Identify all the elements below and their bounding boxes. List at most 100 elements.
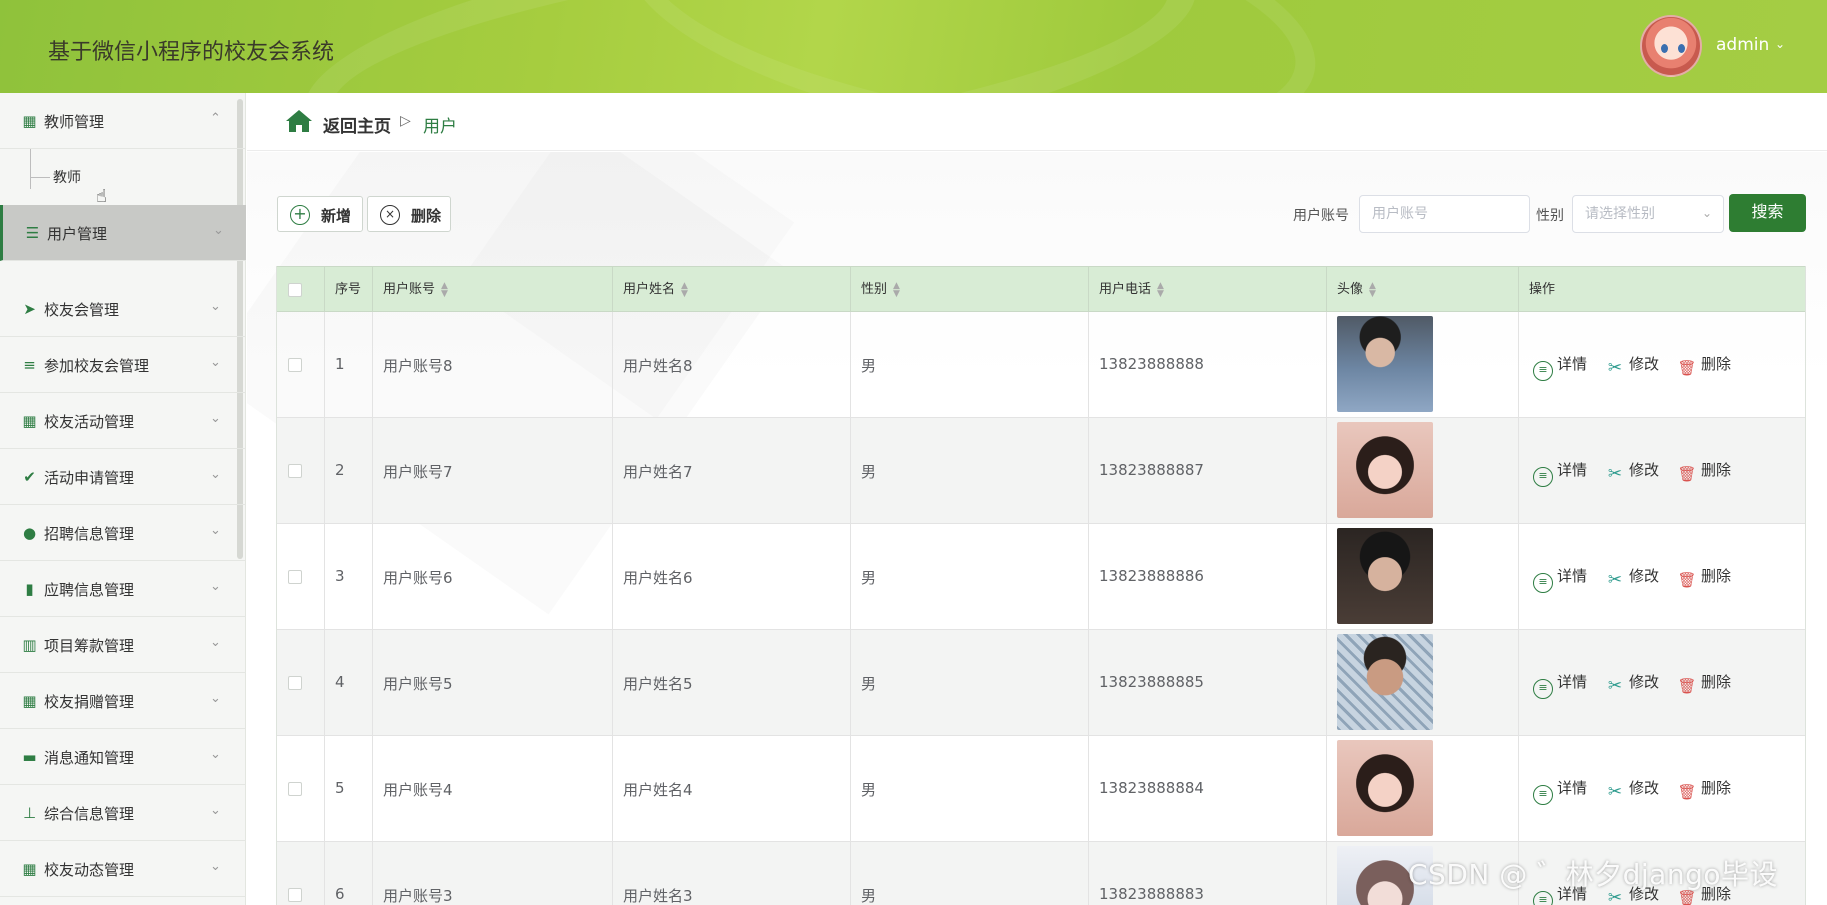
row-delete-button[interactable]: 🗑 删除 [1677, 671, 1731, 697]
wrench-icon: ✂ [1607, 570, 1623, 590]
cell-name: 用户姓名8 [613, 312, 851, 418]
cell-index: 3 [325, 524, 373, 630]
grid-icon: ▦ [22, 692, 37, 710]
edit-button[interactable]: ✂ 修改 [1605, 565, 1659, 591]
user-name[interactable]: admin [1716, 35, 1769, 55]
actions-cell: ≡ 详情 ✂ 修改 🗑 删除 [1519, 312, 1805, 418]
edit-button[interactable]: ✂ 修改 [1605, 353, 1659, 379]
row-delete-button[interactable]: 🗑 删除 [1677, 459, 1731, 485]
search-button[interactable]: 搜索 [1729, 194, 1806, 232]
chevron-down-icon: ⌄ [210, 803, 221, 818]
detail-button[interactable]: ≡ 详情 [1533, 459, 1587, 487]
row-delete-button[interactable]: 🗑 删除 [1677, 353, 1731, 379]
chevron-down-icon: ⌄ [213, 223, 224, 238]
checkbox-column-header [277, 267, 325, 313]
column-header-gender[interactable]: 性别 ▲ ▼ [851, 267, 1089, 313]
sidebar-item-apply-info-mgmt[interactable]: ▮ 应聘信息管理 ⌄ [0, 561, 246, 617]
sidebar-item-alumni-activity-mgmt[interactable]: ▦ 校友活动管理 ⌄ [0, 393, 246, 449]
wrench-icon: ✂ [1607, 676, 1623, 696]
breadcrumb: 返回主页 ▷ 用户 [247, 93, 1827, 151]
sidebar-item-fundraise-mgmt[interactable]: ▥ 项目筹款管理 ⌄ [0, 617, 246, 673]
table-row[interactable]: 1 用户账号8 用户姓名8 男 13823888888 ≡ 详情 ✂ 修改 🗑 删除 [277, 312, 1805, 418]
cell-index: 1 [325, 312, 373, 418]
sidebar-item-join-assoc-mgmt[interactable]: ≡ 参加校友会管理 ⌄ [0, 337, 246, 393]
chevron-down-icon[interactable]: ⌄ [1702, 206, 1712, 220]
detail-button[interactable]: ≡ 详情 [1533, 671, 1587, 699]
account-search-input[interactable] [1359, 195, 1530, 233]
table-row[interactable]: 5 用户账号4 用户姓名4 男 13823888884 ≡ 详情 ✂ 修改 🗑 删除 [277, 736, 1805, 842]
sidebar-item-donation-mgmt[interactable]: ▦ 校友捐赠管理 ⌄ [0, 673, 246, 729]
column-header-name[interactable]: 用户姓名 ▲ ▼ [613, 267, 851, 313]
detail-icon: ≡ [1533, 361, 1553, 381]
edit-button[interactable]: ✂ 修改 [1605, 671, 1659, 697]
add-button[interactable]: + 新增 [277, 196, 363, 232]
sidebar-subitem-teacher[interactable]: 教师 [0, 149, 246, 201]
cell-phone: 13823888887 [1089, 418, 1327, 524]
sidebar-item-user-mgmt[interactable]: ☰ 用户管理 ⌄ [0, 205, 246, 261]
sidebar-item-label: 参加校友会管理 [44, 357, 150, 375]
sidebar-item-label: 教师管理 [44, 113, 105, 131]
sidebar-item-teacher-mgmt[interactable]: ▦ 教师管理 ⌃ [0, 93, 246, 149]
user-avatar-image[interactable] [1337, 634, 1433, 730]
avatar-eye [1678, 44, 1685, 53]
trash-icon: 🗑 [1677, 677, 1697, 695]
user-avatar-image[interactable] [1337, 422, 1433, 518]
detail-icon: ≡ [1533, 891, 1553, 905]
actions-cell: ≡ 详情 ✂ 修改 🗑 删除 [1519, 524, 1805, 630]
edit-button[interactable]: ✂ 修改 [1605, 459, 1659, 485]
sliders-icon: ☰ [25, 224, 40, 242]
detail-button[interactable]: ≡ 详情 [1533, 353, 1587, 381]
detail-icon: ≡ [1533, 785, 1553, 805]
cell-name: 用户姓名3 [613, 842, 851, 905]
chevron-down-icon: ⌄ [210, 747, 221, 762]
breadcrumb-home-link[interactable]: 返回主页 [323, 112, 391, 137]
table-row[interactable]: 3 用户账号6 用户姓名6 男 13823888886 ≡ 详情 ✂ 修改 🗑 删除 [277, 524, 1805, 630]
app-title: 基于微信小程序的校友会系统 [48, 40, 335, 65]
trash-icon: 🗑 [1677, 359, 1697, 377]
detail-button[interactable]: ≡ 详情 [1533, 777, 1587, 805]
edit-button[interactable]: ✂ 修改 [1605, 777, 1659, 803]
row-checkbox[interactable] [288, 464, 302, 478]
table-row[interactable]: 4 用户账号5 用户姓名5 男 13823888885 ≡ 详情 ✂ 修改 🗑 删除 [277, 630, 1805, 736]
sidebar-item-label: 消息通知管理 [44, 749, 135, 767]
checkbox-cell [277, 630, 325, 736]
row-checkbox[interactable] [288, 570, 302, 584]
row-delete-button[interactable]: 🗑 删除 [1677, 565, 1731, 591]
detail-icon: ≡ [1533, 573, 1553, 593]
avatar-cell [1327, 418, 1519, 524]
sidebar-item-recruit-info-mgmt[interactable]: ● 招聘信息管理 ⌄ [0, 505, 246, 561]
sidebar-item-notice-mgmt[interactable]: ▬ 消息通知管理 ⌄ [0, 729, 246, 785]
avatar-cell [1327, 736, 1519, 842]
cell-phone: 13823888883 [1089, 842, 1327, 905]
column-header-account[interactable]: 用户账号 ▲ ▼ [373, 267, 613, 313]
detail-icon: ≡ [1533, 467, 1553, 487]
sidebar-item-general-info-mgmt[interactable]: ⊥ 综合信息管理 ⌄ [0, 785, 246, 841]
sort-icon: ▲ ▼ [441, 280, 448, 299]
chevron-down-icon: ⌄ [210, 355, 221, 370]
detail-button[interactable]: ≡ 详情 [1533, 565, 1587, 593]
table-row[interactable]: 2 用户账号7 用户姓名7 男 13823888887 ≡ 详情 ✂ 修改 🗑 删除 [277, 418, 1805, 524]
sidebar-item-label: 综合信息管理 [44, 805, 135, 823]
delete-button-label: 删除 [411, 207, 442, 225]
row-delete-button[interactable]: 🗑 删除 [1677, 777, 1731, 803]
detail-icon: ≡ [1533, 679, 1553, 699]
avatar-cell [1327, 524, 1519, 630]
row-checkbox[interactable] [288, 676, 302, 690]
column-header-phone[interactable]: 用户电话 ▲ ▼ [1089, 267, 1327, 313]
sidebar-item-alumni-assoc-mgmt[interactable]: ➤ 校友会管理 ⌄ [0, 281, 246, 337]
cell-phone: 13823888888 [1089, 312, 1327, 418]
chevron-down-icon[interactable]: ⌄ [1775, 37, 1785, 51]
row-checkbox[interactable] [288, 782, 302, 796]
user-avatar[interactable] [1640, 15, 1702, 77]
user-avatar-image[interactable] [1337, 740, 1433, 836]
delete-button[interactable]: × 删除 [367, 196, 451, 232]
sidebar-item-alumni-news-mgmt[interactable]: ▦ 校友动态管理 ⌄ [0, 841, 246, 897]
user-avatar-image[interactable] [1337, 528, 1433, 624]
sidebar-item-activity-apply-mgmt[interactable]: ✔ 活动申请管理 ⌄ [0, 449, 246, 505]
row-checkbox[interactable] [288, 888, 302, 902]
home-icon[interactable] [285, 109, 313, 133]
user-avatar-image[interactable] [1337, 316, 1433, 412]
row-checkbox[interactable] [288, 358, 302, 372]
column-header-avatar[interactable]: 头像 ▲ ▼ [1327, 267, 1519, 313]
book-icon: ▮ [25, 580, 34, 598]
